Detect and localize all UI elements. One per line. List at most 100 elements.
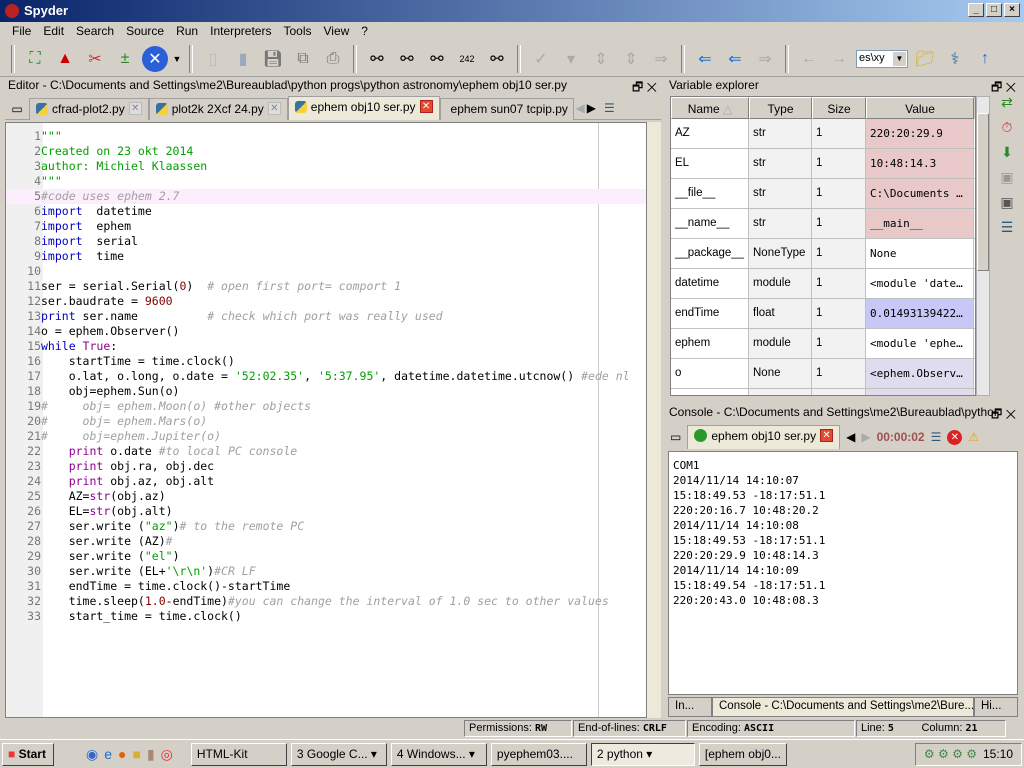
table-row[interactable]: __file__ str 1 C:\Documents …	[671, 179, 975, 209]
table-row[interactable]: endTime float 1 0.01493139422…	[671, 299, 975, 329]
tab-scroll-right-icon[interactable]: ▶	[587, 101, 596, 115]
replace-icon[interactable]: ⚯	[424, 46, 450, 72]
python-icon[interactable]: ⚕	[942, 46, 968, 72]
dropdown-arrow-icon[interactable]: ▼	[172, 46, 182, 72]
console-tab[interactable]: ephem obj10 ser.py ✕	[687, 425, 841, 449]
warning-icon[interactable]: ⚠	[968, 430, 979, 444]
back-arrow-icon[interactable]: ←	[796, 46, 822, 72]
find-next-icon[interactable]: ⚯	[394, 46, 420, 72]
preferences-icon[interactable]: ✂	[82, 46, 108, 72]
close-tab-icon[interactable]: ✕	[820, 429, 834, 442]
run-icon[interactable]: ✓	[528, 46, 554, 72]
minimize-button[interactable]: _	[968, 3, 984, 17]
column-header-name[interactable]: Name △	[671, 97, 749, 119]
editor-tab[interactable]: cfrad-plot2.py ✕	[29, 98, 149, 120]
pythonpath-manager-icon[interactable]: ±	[112, 46, 138, 72]
table-row[interactable]: datetime module 1 <module 'date…	[671, 269, 975, 299]
table-row[interactable]: __name__ str 1 __main__	[671, 209, 975, 239]
table-row[interactable]: EL str 1 10:48:14.3	[671, 149, 975, 179]
save-data-icon[interactable]: ▣	[1000, 169, 1013, 186]
column-header-type[interactable]: Type	[749, 97, 812, 119]
next-cursor-icon[interactable]: ⇒	[752, 46, 778, 72]
browse-tabs-icon[interactable]: ▭	[5, 96, 29, 122]
menu-file[interactable]: File	[6, 22, 37, 41]
close-tab-icon[interactable]: ✕	[419, 100, 433, 113]
folder-icon[interactable]: ■	[132, 746, 140, 763]
browse-tabs-icon[interactable]: ▭	[670, 430, 681, 444]
up-arrow-icon[interactable]: ↑	[972, 46, 998, 72]
options-icon[interactable]: ☰	[1001, 219, 1014, 236]
taskbar-button[interactable]: HTML-Kit	[190, 742, 287, 766]
taskbar-button[interactable]: pyephem03....	[490, 742, 587, 766]
column-header-size[interactable]: Size	[812, 97, 866, 119]
previous-cursor-icon[interactable]: ⇐	[722, 46, 748, 72]
kill-process-icon[interactable]: ✕	[947, 429, 963, 445]
print-icon[interactable]: ⎙	[320, 46, 346, 72]
python-path-icon[interactable]: ▲	[52, 46, 78, 72]
console-output[interactable]: COM1 2014/11/14 14:10:07 15:18:49.53 -18:1…	[668, 451, 1018, 695]
close-tab-icon[interactable]: ✕	[267, 102, 281, 115]
options-icon[interactable]: ☰	[598, 101, 615, 115]
find-in-files-icon[interactable]: ⚯	[484, 46, 510, 72]
menu-run[interactable]: Run	[170, 22, 204, 41]
table-row[interactable]: ephem module 1 <module 'ephe…	[671, 329, 975, 359]
run-selection-icon[interactable]: ⇕	[588, 46, 614, 72]
goto-line-icon[interactable]: 242	[454, 46, 480, 72]
menu-help[interactable]: ?	[355, 22, 374, 41]
new-file-icon[interactable]: ▯	[200, 46, 226, 72]
maximize-button[interactable]: □	[986, 3, 1002, 17]
tab-scroll-left-icon[interactable]: ◀	[846, 430, 855, 444]
forward-arrow-icon[interactable]: →	[826, 46, 852, 72]
import-data-icon[interactable]: ⬇	[1001, 144, 1013, 161]
indent-icon[interactable]: ⇕	[618, 46, 644, 72]
taskbar-button[interactable]: 4 Windows... ▾	[390, 742, 487, 766]
close-button[interactable]: ×	[1004, 3, 1020, 17]
indent-icon[interactable]: ⇒	[648, 46, 674, 72]
tab-inspector[interactable]: In...	[668, 697, 712, 717]
close-tab-icon[interactable]: ✕	[128, 102, 142, 115]
table-row[interactable]: AZ str 1 220:20:29.9	[671, 119, 975, 149]
auto-refresh-icon[interactable]: ⏱	[1002, 119, 1013, 136]
editor-scrollbar[interactable]	[647, 122, 661, 718]
editor-tab[interactable]: ephem obj10 ser.py ✕	[287, 96, 440, 120]
taskbar-button[interactable]: 3 Google C... ▾	[290, 742, 387, 766]
editor-tab[interactable]: ephem sun07 tcpip.py	[439, 98, 574, 120]
tab-scroll-right-icon[interactable]: ▶	[861, 430, 870, 444]
save-icon[interactable]: 💾︎	[260, 46, 286, 72]
tab-history[interactable]: Hi...	[974, 697, 1018, 717]
editor-tab[interactable]: plot2k 2Xcf 24.py ✕	[148, 98, 288, 120]
menu-source[interactable]: Source	[120, 22, 170, 41]
table-row[interactable]: __package__ NoneType 1 None	[671, 239, 975, 269]
find-icon[interactable]: ⚯	[364, 46, 390, 72]
tools-icon[interactable]: ✕	[142, 45, 168, 72]
save-data-as-icon[interactable]: ▣	[1000, 194, 1013, 211]
menu-search[interactable]: Search	[70, 22, 120, 41]
debug-icon[interactable]: ▾	[558, 46, 584, 72]
menu-edit[interactable]: Edit	[37, 22, 70, 41]
code-editor[interactable]: 1""" 2Created on 23 okt 2014 3author: Mich…	[5, 122, 647, 718]
menu-tools[interactable]: Tools	[277, 22, 317, 41]
menu-interpreters[interactable]: Interpreters	[204, 22, 277, 41]
taskbar-button[interactable]: [ephem obj0...	[698, 742, 787, 766]
taskbar-button[interactable]: 2 python ▾	[590, 742, 695, 766]
tray-icons[interactable]: ⚙ ⚙ ⚙ ⚙	[924, 747, 977, 762]
firefox-icon[interactable]: ●	[118, 746, 126, 763]
last-edit-icon[interactable]: ⇐	[692, 46, 718, 72]
table-row[interactable]: <Sun "Sun" at	[671, 389, 975, 395]
working-directory-combo[interactable]: es\xy	[856, 49, 908, 68]
tab-scroll-left-icon[interactable]: ◀	[576, 101, 585, 115]
options-icon[interactable]: ☰	[931, 430, 942, 444]
menu-view[interactable]: View	[317, 22, 355, 41]
chrome-icon[interactable]: ◎	[161, 746, 173, 763]
ie-icon[interactable]: e	[104, 746, 112, 763]
quicklaunch-icon[interactable]: ◉	[86, 746, 98, 763]
save-all-icon[interactable]: ⧉	[290, 46, 316, 72]
variable-table-scrollbar[interactable]	[976, 96, 990, 396]
start-button[interactable]: ■ Start	[2, 742, 54, 766]
table-row[interactable]: o None 1 <ephem.Observ…	[671, 359, 975, 389]
tab-console[interactable]: Console - C:\Documents and Settings\me2\…	[712, 697, 974, 717]
folder-icon[interactable]: 📁︎	[912, 46, 938, 72]
maximize-pane-icon[interactable]: ⛶	[22, 46, 48, 72]
column-header-value[interactable]: Value	[866, 97, 974, 119]
refresh-icon[interactable]: ⇄	[1001, 94, 1013, 111]
